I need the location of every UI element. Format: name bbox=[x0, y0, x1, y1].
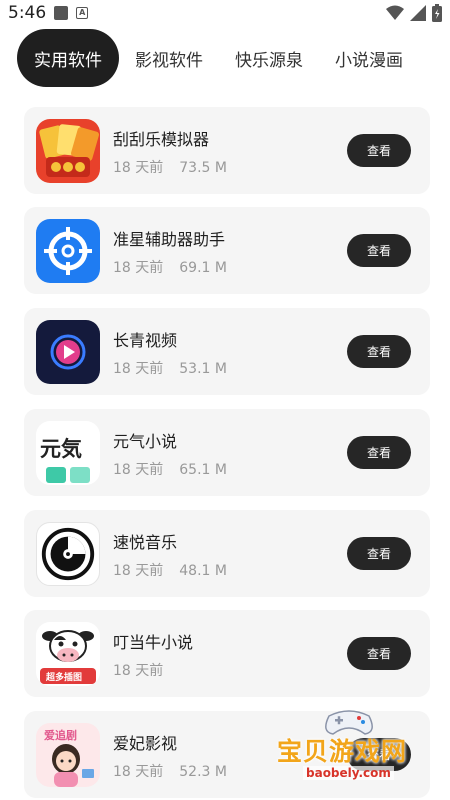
tab-video-apps[interactable]: 影视软件 bbox=[119, 29, 219, 87]
app-name: 刮刮乐模拟器 bbox=[113, 130, 210, 149]
tab-novel-comics[interactable]: 小说漫画 bbox=[319, 29, 419, 87]
category-tabs: 实用软件 影视软件 快乐源泉 小说漫画 bbox=[17, 29, 419, 87]
status-time: 5:46 bbox=[8, 3, 47, 23]
app-card[interactable]: 速悦音乐 18 天前 48.1 M 查看 bbox=[24, 510, 430, 597]
app-name: 速悦音乐 bbox=[113, 533, 178, 552]
watermark-url: baobely.com bbox=[303, 766, 394, 780]
app-age: 18 天前 bbox=[113, 260, 164, 276]
app-name: 长青视频 bbox=[113, 331, 178, 350]
app-name: 准星辅助器助手 bbox=[113, 230, 226, 249]
status-bar: 5:46 A bbox=[0, 0, 450, 26]
app-name: 爱妃影视 bbox=[113, 734, 178, 753]
girl-illustration-icon: 爱追剧 bbox=[36, 723, 100, 787]
scratch-lottery-icon bbox=[36, 119, 100, 183]
app-age: 18 天前 bbox=[113, 663, 164, 679]
app-meta: 18 天前 48.1 M bbox=[113, 560, 227, 580]
app-meta: 18 天前 69.1 M bbox=[113, 257, 227, 277]
app-card[interactable]: 超多插图 叮当牛小说 18 天前 查看 bbox=[24, 610, 430, 697]
app-card[interactable]: 准星辅助器助手 18 天前 69.1 M 查看 bbox=[24, 207, 430, 294]
app-card[interactable]: 长青视频 18 天前 53.1 M 查看 bbox=[24, 308, 430, 395]
tab-utility-apps[interactable]: 实用软件 bbox=[17, 29, 119, 87]
notification-a-icon: A bbox=[76, 7, 89, 19]
app-meta: 18 天前 bbox=[113, 660, 179, 680]
app-age: 18 天前 bbox=[113, 764, 164, 780]
view-button[interactable]: 查看 bbox=[347, 537, 411, 570]
video-play-icon bbox=[36, 320, 100, 384]
view-button[interactable]: 查看 bbox=[347, 436, 411, 469]
app-card[interactable]: 元気 元气小说 18 天前 65.1 M 查看 bbox=[24, 409, 430, 496]
cow-mascot-icon: 超多插图 bbox=[36, 622, 100, 686]
watermark: 宝贝游戏网 baobely.com bbox=[275, 708, 435, 798]
app-age: 18 天前 bbox=[113, 563, 164, 579]
view-button[interactable]: 查看 bbox=[347, 637, 411, 670]
signal-icon bbox=[410, 5, 426, 21]
app-age: 18 天前 bbox=[113, 160, 164, 176]
status-indicators bbox=[386, 4, 442, 22]
app-age: 18 天前 bbox=[113, 361, 164, 377]
battery-icon bbox=[432, 4, 442, 22]
app-size: 53.1 M bbox=[179, 361, 227, 377]
app-icon-text: 元気 bbox=[40, 437, 82, 461]
app-age: 18 天前 bbox=[113, 462, 164, 478]
app-size: 52.3 M bbox=[179, 764, 227, 780]
app-meta: 18 天前 73.5 M bbox=[113, 157, 227, 177]
app-size: 48.1 M bbox=[179, 563, 227, 579]
tab-happy-source[interactable]: 快乐源泉 bbox=[219, 29, 319, 87]
app-size: 69.1 M bbox=[179, 260, 227, 276]
app-name: 叮当牛小说 bbox=[113, 633, 194, 652]
view-button[interactable]: 查看 bbox=[347, 134, 411, 167]
notification-square-icon bbox=[54, 6, 69, 20]
view-button[interactable]: 查看 bbox=[347, 335, 411, 368]
view-button[interactable]: 查看 bbox=[347, 234, 411, 267]
yuanqi-book-icon: 元気 bbox=[36, 421, 100, 485]
app-size: 65.1 M bbox=[179, 462, 227, 478]
app-size: 73.5 M bbox=[179, 160, 227, 176]
app-icon-text: 超多插图 bbox=[46, 673, 83, 683]
app-meta: 18 天前 52.3 M bbox=[113, 761, 227, 781]
vinyl-disc-icon bbox=[36, 522, 100, 586]
app-meta: 18 天前 53.1 M bbox=[113, 358, 227, 378]
app-name: 元气小说 bbox=[113, 432, 178, 451]
wifi-icon bbox=[386, 5, 404, 20]
app-meta: 18 天前 65.1 M bbox=[113, 459, 227, 479]
crosshair-icon bbox=[36, 219, 100, 283]
app-card[interactable]: 刮刮乐模拟器 18 天前 73.5 M 查看 bbox=[24, 107, 430, 194]
watermark-text: 宝贝游戏网 bbox=[277, 737, 408, 766]
